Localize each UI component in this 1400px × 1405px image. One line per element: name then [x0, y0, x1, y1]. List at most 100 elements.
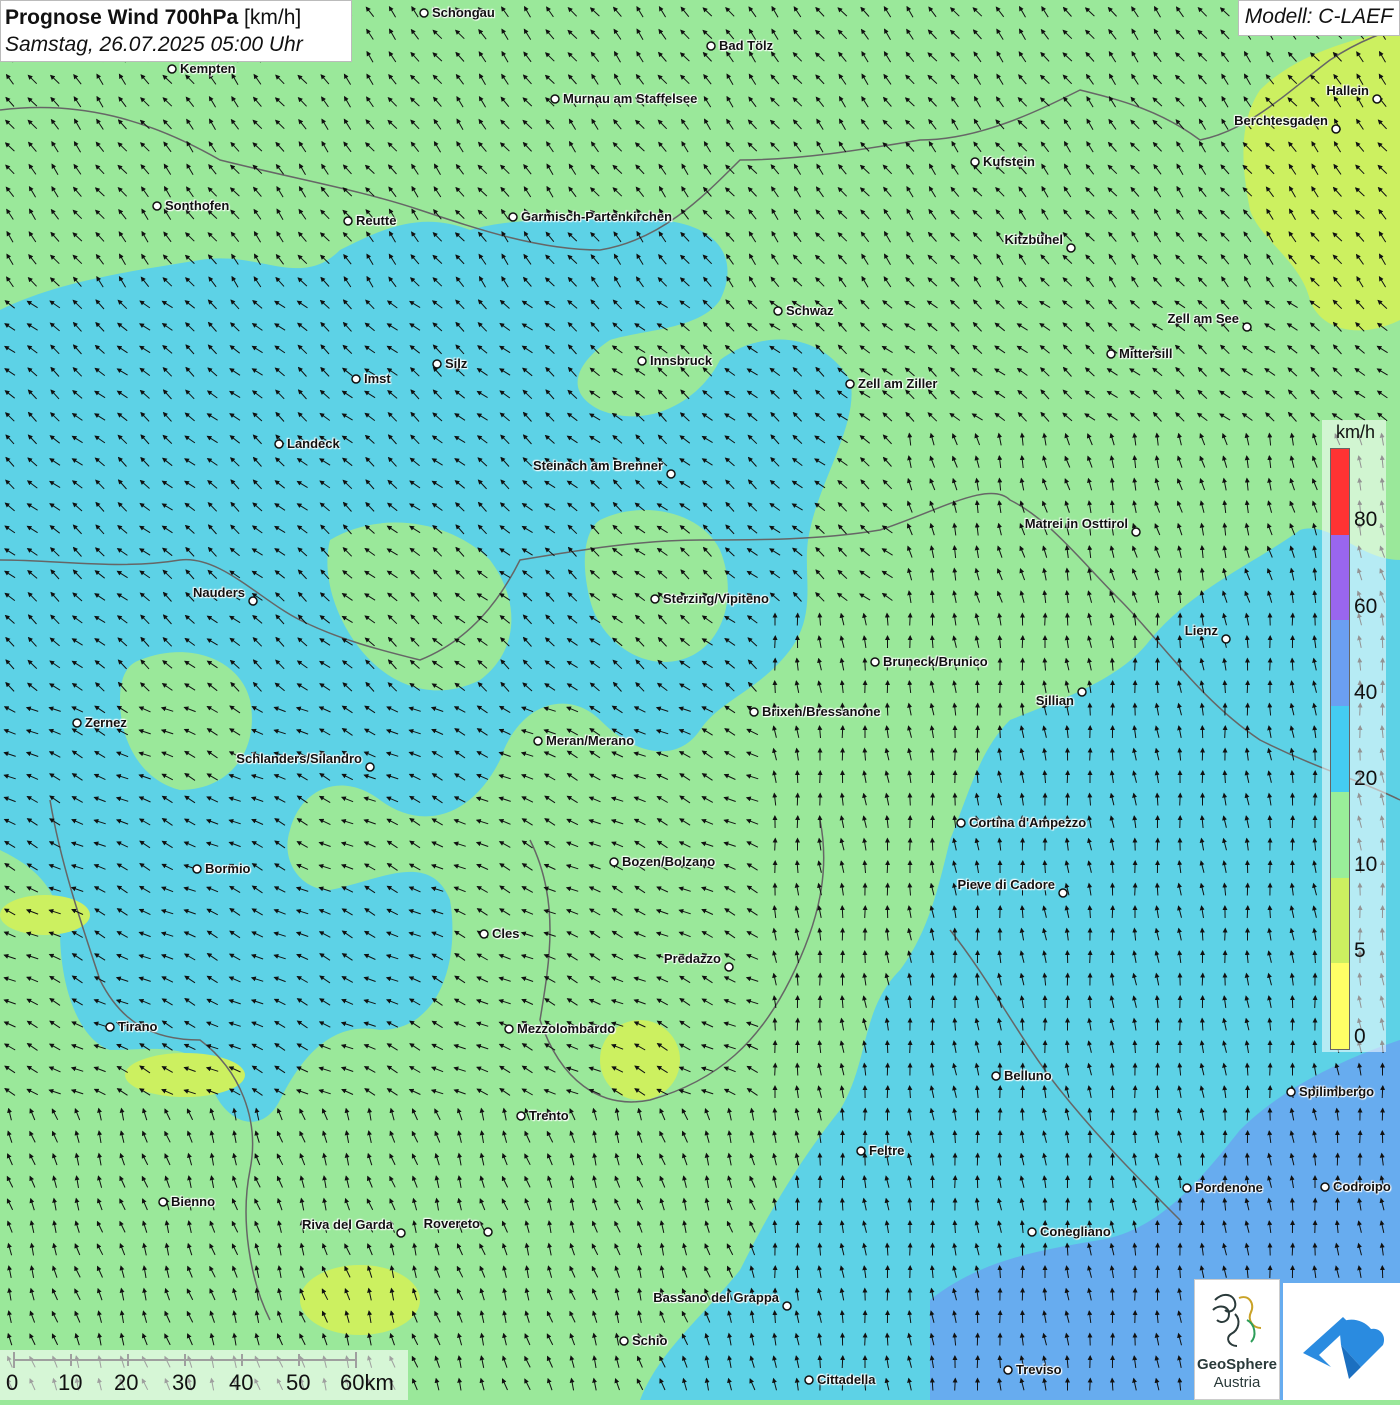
wind-arrow — [842, 1356, 843, 1368]
wind-arrow — [842, 1154, 843, 1166]
city-marker — [352, 375, 360, 383]
legend-segment — [1331, 449, 1349, 535]
city-label: Pieve di Cadore — [957, 877, 1055, 892]
city-label: Silz — [445, 356, 467, 371]
model-label: Modell: C-LAEF — [1238, 0, 1400, 36]
city-label: Imst — [364, 371, 391, 386]
wind-arrow — [1180, 794, 1181, 806]
wind-arrow — [1000, 1311, 1001, 1323]
title-unit: [km/h] — [244, 6, 301, 29]
city-label: Murnau am Staffelsee — [563, 91, 697, 106]
wind-arrow — [910, 839, 911, 851]
city-marker — [610, 858, 618, 866]
app-logo-icon — [1283, 1283, 1400, 1400]
city-label: Zernez — [85, 715, 127, 730]
legend-segment — [1331, 535, 1349, 621]
city-marker — [106, 1023, 114, 1031]
wind-arrow — [955, 749, 956, 761]
wind-arrow — [1225, 1154, 1226, 1166]
city-marker — [1373, 95, 1381, 103]
city-marker — [159, 1198, 167, 1206]
city-marker — [1004, 1366, 1012, 1374]
city-marker — [1028, 1228, 1036, 1236]
city-label: Cortina d'Ampezzo — [969, 815, 1086, 830]
city-label: Matrei in Osttirol — [1025, 516, 1128, 531]
city-marker — [1222, 635, 1230, 643]
map-title: Prognose Wind 700hPa [km/h] — [5, 4, 347, 32]
city-marker — [344, 217, 352, 225]
title-bold: Prognose Wind 700hPa — [5, 6, 238, 29]
city-label: Kempten — [180, 61, 236, 76]
wind-arrow — [797, 1019, 798, 1031]
logo-country: Austria — [1195, 1374, 1279, 1391]
city-label: Tirano — [118, 1019, 158, 1034]
wind-arrow — [820, 816, 821, 828]
city-label: Pordenone — [1195, 1180, 1263, 1195]
legend-tick-label: 20 — [1354, 767, 1377, 791]
city-label: Trento — [529, 1108, 569, 1123]
scale-label: 50 — [286, 1370, 310, 1396]
wind-arrow — [1135, 1289, 1136, 1301]
city-label: Landeck — [287, 436, 340, 451]
wind-arrow — [1225, 929, 1226, 941]
city-marker — [275, 440, 283, 448]
scale-label: 30 — [172, 1370, 196, 1396]
city-marker — [1059, 889, 1067, 897]
city-marker — [168, 65, 176, 73]
wind-arrow — [1067, 614, 1068, 626]
city-label: Schlanders/Silandro — [236, 751, 362, 766]
city-marker — [1243, 323, 1251, 331]
wind-arrow — [887, 1289, 888, 1301]
city-marker — [725, 963, 733, 971]
city-marker — [433, 360, 441, 368]
city-marker — [420, 9, 428, 17]
city-label: Brixen/Bressanone — [762, 704, 881, 719]
wind-arrow — [865, 951, 866, 963]
city-marker — [857, 1147, 865, 1155]
wind-arrow — [1247, 906, 1248, 918]
wind-arrow — [865, 659, 866, 671]
city-label: Bruneck/Brunico — [883, 654, 988, 669]
app-logo[interactable] — [1283, 1283, 1400, 1400]
wind-arrow — [820, 974, 821, 986]
city-label: Belluno — [1004, 1068, 1052, 1083]
wind-arrow — [1157, 1266, 1158, 1278]
wind-arrow — [977, 1356, 978, 1368]
wind-arrow — [1270, 659, 1271, 671]
legend-segment — [1331, 706, 1349, 792]
city-label: Feltre — [869, 1143, 904, 1158]
wind-arrow — [1157, 839, 1158, 851]
wind-arrow — [842, 951, 843, 963]
wind-arrow — [955, 974, 956, 986]
city-marker — [846, 380, 854, 388]
wind-arrow — [797, 1064, 798, 1076]
wind-arrow — [775, 636, 776, 648]
wind-arrow — [865, 1109, 866, 1121]
wind-arrow — [1270, 1064, 1271, 1076]
city-marker — [971, 158, 979, 166]
city-marker — [366, 763, 374, 771]
city-label: Sterzing/Vipiteno — [663, 591, 769, 606]
forecast-datetime: Samstag, 26.07.2025 05:00 Uhr — [5, 32, 347, 58]
wind-arrow — [1000, 681, 1001, 693]
city-label: Rovereto — [424, 1216, 480, 1231]
wind-arrow — [797, 816, 798, 828]
city-marker — [957, 819, 965, 827]
wind-arrow — [887, 704, 888, 716]
city-label: Lienz — [1185, 623, 1218, 638]
wind-arrow — [910, 1041, 911, 1053]
wind-arrow — [1270, 861, 1271, 873]
wind-arrow — [1135, 1086, 1136, 1098]
wind-arrow — [1067, 1199, 1068, 1211]
city-marker — [73, 719, 81, 727]
scale-label: 60km — [340, 1370, 394, 1396]
wind-arrow — [955, 1379, 956, 1391]
wind-arrow — [865, 1334, 866, 1346]
city-marker — [509, 213, 517, 221]
city-marker — [805, 1376, 813, 1384]
city-label: Berchtesgaden — [1234, 113, 1328, 128]
legend-tick-label: 5 — [1354, 939, 1366, 963]
legend-tick-label: 40 — [1354, 681, 1377, 705]
city-label: Codroipo — [1333, 1179, 1391, 1194]
geosphere-logo[interactable]: GeoSphere Austria — [1194, 1279, 1280, 1400]
